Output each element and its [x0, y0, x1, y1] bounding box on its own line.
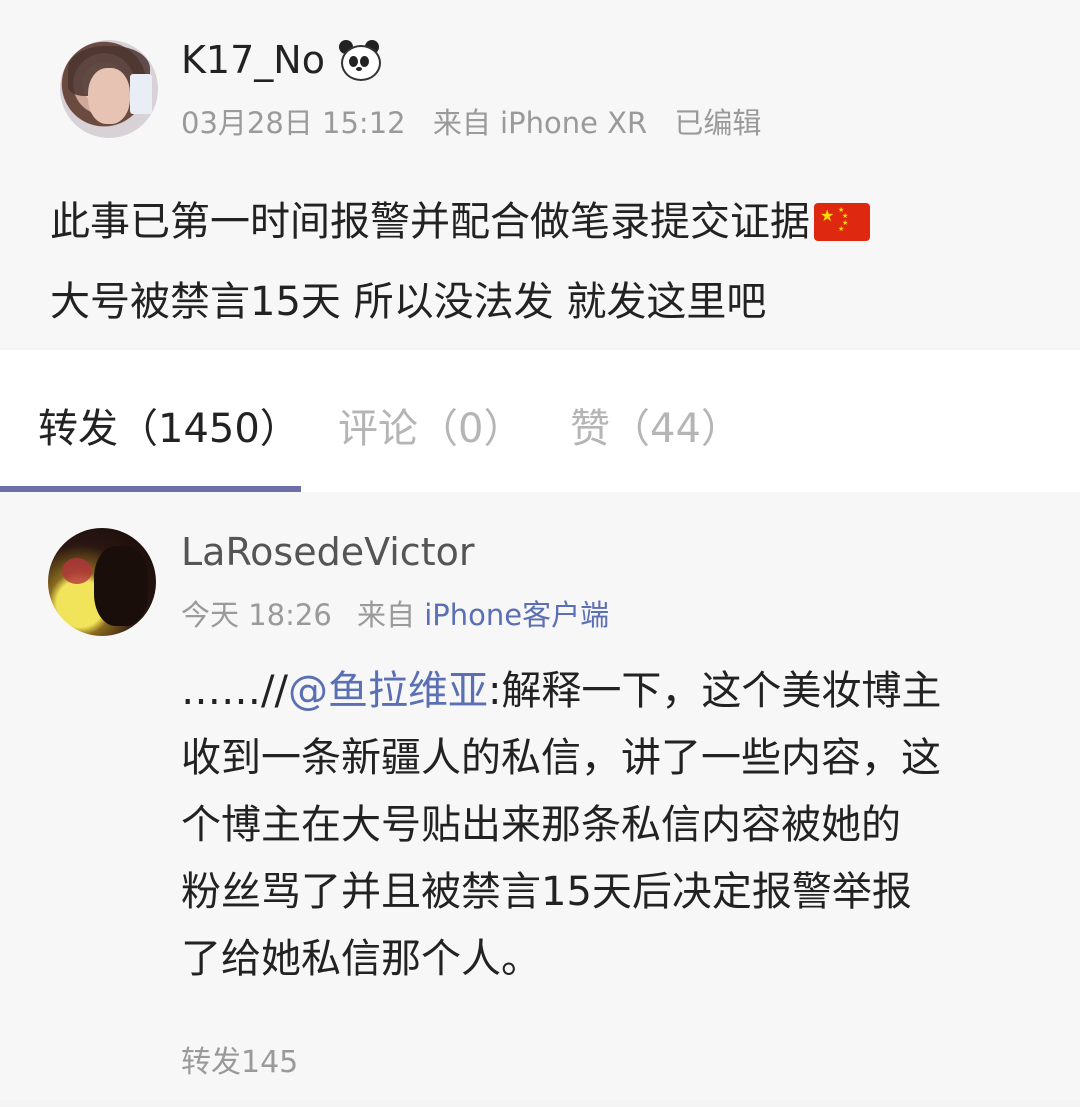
- repost-username[interactable]: LaRosedeVictor: [181, 530, 474, 574]
- post-text-line-1-text: 此事已第一时间报警并配合做笔录提交证据: [50, 199, 810, 245]
- panda-icon: [337, 40, 381, 81]
- repost-text-prefix: ……//: [181, 668, 288, 714]
- repost-text-line-1-rest: :解释一下，这个美妆博主: [487, 668, 942, 714]
- tab-likes[interactable]: 赞（44）: [570, 396, 741, 454]
- post-source: 来自 iPhone XR: [432, 106, 648, 140]
- repost-text-line-4: 粉丝骂了并且被禁言15天后决定报警举报: [181, 869, 912, 915]
- post-date: 03月28日 15:12: [181, 106, 406, 140]
- post-edited-label[interactable]: 已编辑: [674, 106, 761, 140]
- repost-text-line-5: 了给她私信那个人。: [181, 936, 541, 982]
- author-avatar[interactable]: [60, 40, 158, 138]
- repost-count[interactable]: 转发145: [181, 1037, 298, 1081]
- repost-text-line-1: ……//@鱼拉维亚:解释一下，这个美妆博主: [181, 658, 1041, 725]
- repost-user-avatar[interactable]: [48, 528, 156, 636]
- author-username[interactable]: K17_No: [181, 38, 325, 82]
- author-name-row: K17_No: [181, 38, 381, 82]
- post-body: 此事已第一时间报警并配合做笔录提交证据 ★ ★ ★ ★ ★ 大号被禁言15天 所以没法发 …: [50, 182, 1040, 342]
- repost-source-link[interactable]: iPhone客户端: [424, 598, 609, 632]
- china-flag-icon: ★ ★ ★ ★ ★: [814, 203, 870, 241]
- tab-reposts[interactable]: 转发（1450）: [38, 396, 300, 454]
- tab-comments[interactable]: 评论（0）: [338, 396, 523, 454]
- repost-source-prefix: 来自: [357, 598, 416, 632]
- repost-meta: 今天 18:26 来自 iPhone客户端: [181, 592, 609, 634]
- repost-text-line-3: 个博主在大号贴出来那条私信内容被她的: [181, 802, 901, 848]
- mention-link[interactable]: @鱼拉维亚: [288, 668, 488, 714]
- repost-time: 今天 18:26: [181, 598, 332, 632]
- post-text-line-2: 大号被禁言15天 所以没法发 就发这里吧: [50, 279, 767, 325]
- avatar-card: [130, 74, 152, 114]
- repost-body: ……//@鱼拉维亚:解释一下，这个美妆博主 收到一条新疆人的私信，讲了一些内容，…: [181, 658, 1041, 993]
- post-meta: 03月28日 15:12 来自 iPhone XR 已编辑: [181, 100, 779, 142]
- repost-text-line-2: 收到一条新疆人的私信，讲了一些内容，这: [181, 735, 941, 781]
- post-text-line-1: 此事已第一时间报警并配合做笔录提交证据 ★ ★ ★ ★ ★: [50, 182, 1040, 262]
- avatar-face: [88, 68, 130, 124]
